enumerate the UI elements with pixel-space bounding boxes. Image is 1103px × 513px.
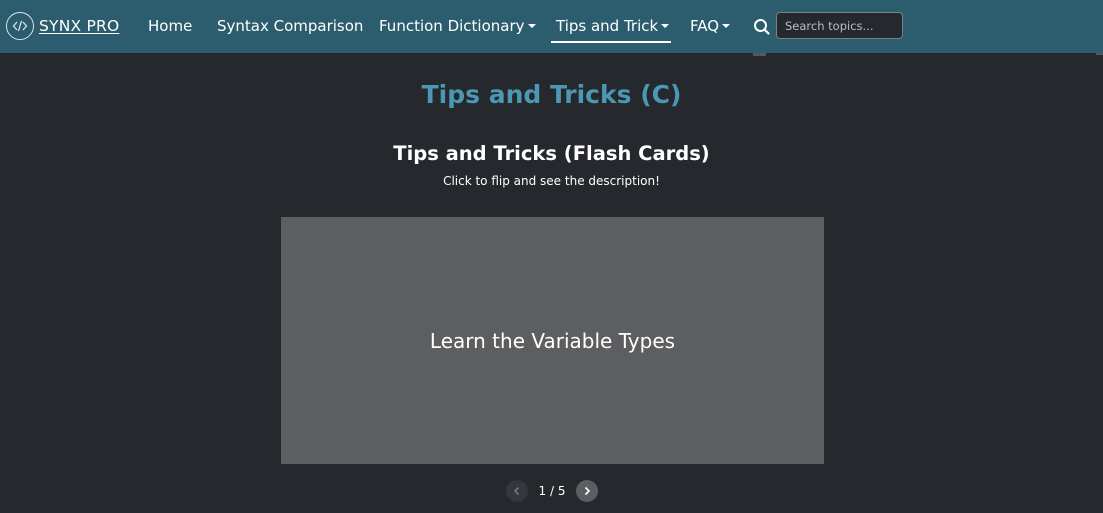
flash-card[interactable]: Learn the Variable Types <box>281 217 824 464</box>
chevron-right-icon <box>584 486 591 496</box>
nav-faq-label: FAQ <box>690 17 720 35</box>
top-navbar: SYNX PRO Home Syntax Comparison Function… <box>0 0 1103 53</box>
previous-card-button[interactable] <box>506 480 528 502</box>
nav-home[interactable]: Home <box>148 16 192 36</box>
chevron-left-icon <box>514 487 519 495</box>
scrollbar[interactable] <box>1096 53 1103 55</box>
flash-card-text: Learn the Variable Types <box>429 328 676 353</box>
page-title: Tips and Tricks (C) <box>421 80 682 109</box>
brand-link[interactable]: SYNX PRO <box>6 11 119 41</box>
active-nav-indicator <box>551 41 671 43</box>
section-title: Tips and Tricks (Flash Cards) <box>393 142 710 165</box>
chevron-down-icon <box>527 24 536 28</box>
nav-tips-and-trick-label: Tips and Trick <box>556 17 659 35</box>
nav-syntax-comparison[interactable]: Syntax Comparison <box>217 16 363 36</box>
chevron-down-icon <box>722 24 731 28</box>
code-logo-icon <box>6 12 34 40</box>
next-card-button[interactable] <box>576 480 598 502</box>
nav-tips-and-trick[interactable]: Tips and Trick <box>556 16 670 36</box>
brand-name: SYNX PRO <box>39 17 120 35</box>
nav-function-dictionary-label: Function Dictionary <box>379 17 525 35</box>
nav-faq[interactable]: FAQ <box>690 16 731 36</box>
search-icon[interactable] <box>752 17 772 37</box>
section-subtitle: Click to flip and see the description! <box>443 174 660 188</box>
card-counter: 1 / 5 <box>538 484 566 498</box>
nav-function-dictionary[interactable]: Function Dictionary <box>379 16 536 36</box>
divider <box>753 53 766 56</box>
search-input[interactable] <box>776 12 903 39</box>
chevron-down-icon <box>661 24 670 28</box>
